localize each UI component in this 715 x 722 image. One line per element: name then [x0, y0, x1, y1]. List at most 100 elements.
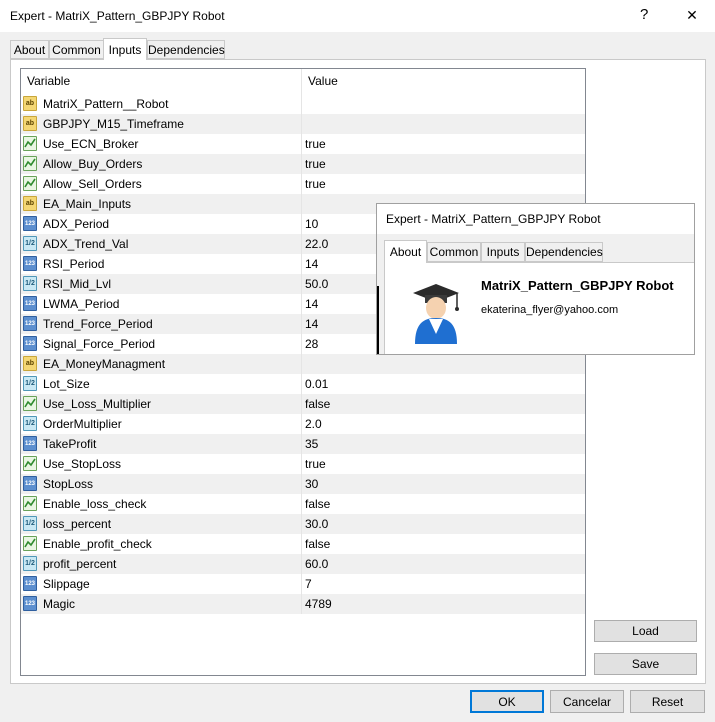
- bool-type-icon: [23, 176, 37, 191]
- variable-name: loss_percent: [43, 517, 112, 531]
- variable-cell: ab GBPJPY_M15_Timeframe: [21, 114, 302, 134]
- variable-name: Slippage: [43, 577, 90, 591]
- variable-cell: Allow_Sell_Orders: [21, 174, 302, 194]
- variable-cell: Enable_profit_check: [21, 534, 302, 554]
- variable-name: EA_MoneyManagment: [43, 357, 166, 371]
- title-bar: Expert - MatriX_Pattern_GBPJPY Robot ? ✕: [0, 0, 715, 32]
- value-cell[interactable]: false: [305, 394, 583, 414]
- value-cell[interactable]: 0.01: [305, 374, 583, 394]
- about-window[interactable]: Expert - MatriX_Pattern_GBPJPY Robot Abo…: [376, 203, 695, 355]
- variable-cell: 1/2 Lot_Size: [21, 374, 302, 394]
- tab-common[interactable]: Common: [49, 40, 104, 59]
- variable-cell: Use_StopLoss: [21, 454, 302, 474]
- ok-button[interactable]: OK: [470, 690, 544, 713]
- variable-cell: 123 StopLoss: [21, 474, 302, 494]
- reset-button[interactable]: Reset: [630, 690, 705, 713]
- variable-name: Magic: [43, 597, 76, 611]
- table-row[interactable]: ab GBPJPY_M15_Timeframe: [21, 114, 585, 134]
- integer-type-icon: 123: [23, 596, 37, 611]
- close-icon[interactable]: ✕: [678, 2, 706, 28]
- table-row[interactable]: Enable_loss_check false: [21, 494, 585, 514]
- variable-cell: ab EA_MoneyManagment: [21, 354, 302, 374]
- variable-name: Lot_Size: [43, 377, 90, 391]
- table-row[interactable]: Use_StopLoss true: [21, 454, 585, 474]
- value-cell[interactable]: true: [305, 174, 583, 194]
- column-header-value[interactable]: Value: [302, 69, 585, 94]
- variable-name: Allow_Buy_Orders: [43, 157, 143, 171]
- tab-about[interactable]: About: [10, 40, 49, 59]
- value-cell[interactable]: [305, 94, 583, 114]
- table-row[interactable]: ab MatriX_Pattern__Robot: [21, 94, 585, 114]
- value-cell[interactable]: 7: [305, 574, 583, 594]
- variable-cell: 123 Trend_Force_Period: [21, 314, 302, 334]
- integer-type-icon: 123: [23, 316, 37, 331]
- table-row[interactable]: ab EA_MoneyManagment: [21, 354, 585, 374]
- table-row[interactable]: 123 StopLoss 30: [21, 474, 585, 494]
- variable-cell: 123 Signal_Force_Period: [21, 334, 302, 354]
- integer-type-icon: 123: [23, 256, 37, 271]
- variable-name: RSI_Period: [43, 257, 105, 271]
- table-row[interactable]: 123 TakeProfit 35: [21, 434, 585, 454]
- value-cell[interactable]: true: [305, 154, 583, 174]
- value-cell[interactable]: [305, 114, 583, 134]
- string-type-icon: ab: [23, 96, 37, 111]
- value-cell[interactable]: true: [305, 134, 583, 154]
- cancel-button[interactable]: Cancelar: [550, 690, 624, 713]
- double-type-icon: 1/2: [23, 236, 37, 251]
- variable-name: Enable_profit_check: [43, 537, 152, 551]
- variable-cell: 123 Slippage: [21, 574, 302, 594]
- bool-type-icon: [23, 156, 37, 171]
- about-tab-about[interactable]: About: [384, 240, 427, 263]
- expert-email: ekaterina_flyer@yahoo.com: [481, 304, 619, 316]
- table-row[interactable]: Allow_Buy_Orders true: [21, 154, 585, 174]
- value-cell[interactable]: 35: [305, 434, 583, 454]
- bool-type-icon: [23, 396, 37, 411]
- string-type-icon: ab: [23, 196, 37, 211]
- table-row[interactable]: 1/2 profit_percent 60.0: [21, 554, 585, 574]
- variable-name: GBPJPY_M15_Timeframe: [43, 117, 184, 131]
- value-cell[interactable]: [305, 354, 583, 374]
- variable-cell: Use_Loss_Multiplier: [21, 394, 302, 414]
- variable-name: EA_Main_Inputs: [43, 197, 132, 211]
- value-cell[interactable]: 4789: [305, 594, 583, 614]
- value-cell[interactable]: 2.0: [305, 414, 583, 434]
- table-row[interactable]: Use_Loss_Multiplier false: [21, 394, 585, 414]
- expert-name: MatriX_Pattern_GBPJPY Robot: [481, 278, 674, 293]
- table-row[interactable]: Enable_profit_check false: [21, 534, 585, 554]
- table-row[interactable]: 123 Slippage 7: [21, 574, 585, 594]
- inputs-grid[interactable]: Variable Value ab MatriX_Pattern__Robot ab…: [20, 68, 586, 676]
- table-row[interactable]: 1/2 loss_percent 30.0: [21, 514, 585, 534]
- tab-inputs[interactable]: Inputs: [103, 38, 147, 60]
- value-cell[interactable]: true: [305, 454, 583, 474]
- value-cell[interactable]: false: [305, 494, 583, 514]
- integer-type-icon: 123: [23, 476, 37, 491]
- grid-header: Variable Value: [21, 69, 585, 94]
- variable-name: profit_percent: [43, 557, 117, 571]
- variable-name: Use_ECN_Broker: [43, 137, 139, 151]
- about-tab-dependencies[interactable]: Dependencies: [525, 242, 603, 262]
- table-row[interactable]: 1/2 Lot_Size 0.01: [21, 374, 585, 394]
- tab-dependencies[interactable]: Dependencies: [147, 40, 225, 59]
- about-tab-inputs[interactable]: Inputs: [481, 242, 525, 262]
- load-button[interactable]: Load: [594, 620, 697, 642]
- value-cell[interactable]: false: [305, 534, 583, 554]
- variable-name: RSI_Mid_Lvl: [43, 277, 112, 291]
- table-row[interactable]: Use_ECN_Broker true: [21, 134, 585, 154]
- integer-type-icon: 123: [23, 436, 37, 451]
- value-cell[interactable]: 30: [305, 474, 583, 494]
- variable-name: Signal_Force_Period: [43, 337, 156, 351]
- variable-cell: 1/2 OrderMultiplier: [21, 414, 302, 434]
- table-row[interactable]: 1/2 OrderMultiplier 2.0: [21, 414, 585, 434]
- variable-name: Use_Loss_Multiplier: [43, 397, 152, 411]
- table-row[interactable]: 123 Magic 4789: [21, 594, 585, 614]
- save-button[interactable]: Save: [594, 653, 697, 675]
- bool-type-icon: [23, 456, 37, 471]
- value-cell[interactable]: 30.0: [305, 514, 583, 534]
- value-cell[interactable]: 60.0: [305, 554, 583, 574]
- help-icon[interactable]: ?: [640, 6, 648, 23]
- variable-cell: 123 ADX_Period: [21, 214, 302, 234]
- double-type-icon: 1/2: [23, 516, 37, 531]
- about-tab-common[interactable]: Common: [427, 242, 481, 262]
- table-row[interactable]: Allow_Sell_Orders true: [21, 174, 585, 194]
- column-header-variable[interactable]: Variable: [21, 69, 302, 94]
